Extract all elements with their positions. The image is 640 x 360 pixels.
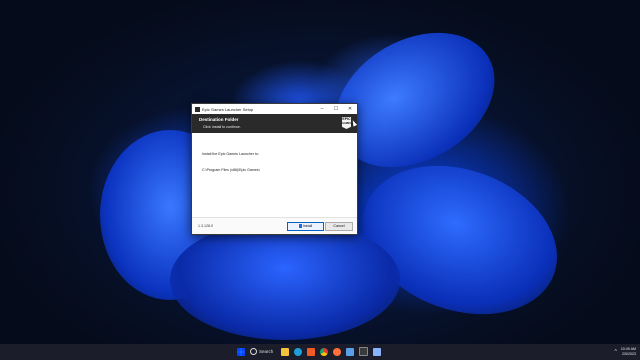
shield-icon <box>298 224 302 229</box>
clock-date: 2/5/2023 <box>622 351 636 356</box>
window-controls: – ☐ ✕ <box>315 104 357 114</box>
clock-time: 10:49 AM <box>620 347 636 351</box>
store-icon[interactable] <box>346 347 355 356</box>
taskbar: Search ^ 10:49 AM 2/5/2023 <box>0 344 640 360</box>
install-description: Install the Epic Games Launcher to: <box>202 152 259 156</box>
version-label: 1.3.128.0 <box>198 224 213 228</box>
installer-icon[interactable] <box>373 347 382 356</box>
chevron-up-icon[interactable]: ^ <box>614 349 616 355</box>
setup-dialog: Epic Games Launcher Setup – ☐ ✕ Destinat… <box>191 103 358 235</box>
dialog-titlebar[interactable]: Epic Games Launcher Setup – ☐ ✕ <box>192 104 357 114</box>
system-tray: ^ 10:49 AM 2/5/2023 <box>614 347 636 356</box>
taskbar-apps: Search <box>237 347 386 356</box>
epic-games-logo: EPIC GAMES <box>342 117 351 129</box>
maximize-button[interactable]: ☐ <box>329 104 343 114</box>
dialog-header: Destination Folder Click Install to cont… <box>192 114 357 133</box>
dialog-title: Epic Games Launcher Setup <box>202 106 254 112</box>
search-icon[interactable] <box>250 348 257 355</box>
destination-path: C:\Program Files (x86)\Epic Games\ <box>202 168 260 172</box>
dialog-footer: 1.3.128.0 Install Cancel <box>192 217 357 234</box>
cancel-button[interactable]: Cancel <box>325 222 353 231</box>
brave-icon[interactable] <box>307 347 316 356</box>
app-icon <box>195 106 200 112</box>
install-label: Install <box>302 224 313 228</box>
wallpaper-petal <box>170 220 400 340</box>
chrome-icon[interactable] <box>320 347 329 356</box>
minimize-button[interactable]: – <box>315 104 329 114</box>
close-button[interactable]: ✕ <box>343 104 357 114</box>
dialog-content: Install the Epic Games Launcher to: C:\P… <box>192 133 357 223</box>
edge-icon[interactable] <box>294 347 303 356</box>
header-title: Destination Folder <box>199 117 239 122</box>
clock[interactable]: 10:49 AM 2/5/2023 <box>621 347 636 356</box>
firefox-icon[interactable] <box>333 347 342 356</box>
install-button[interactable]: Install <box>287 222 324 231</box>
start-icon[interactable] <box>237 347 245 356</box>
header-subtitle: Click Install to continue. <box>203 125 241 129</box>
app-icon[interactable] <box>359 347 369 356</box>
search-label[interactable]: Search <box>259 349 273 354</box>
file-explorer-icon[interactable] <box>281 347 290 356</box>
